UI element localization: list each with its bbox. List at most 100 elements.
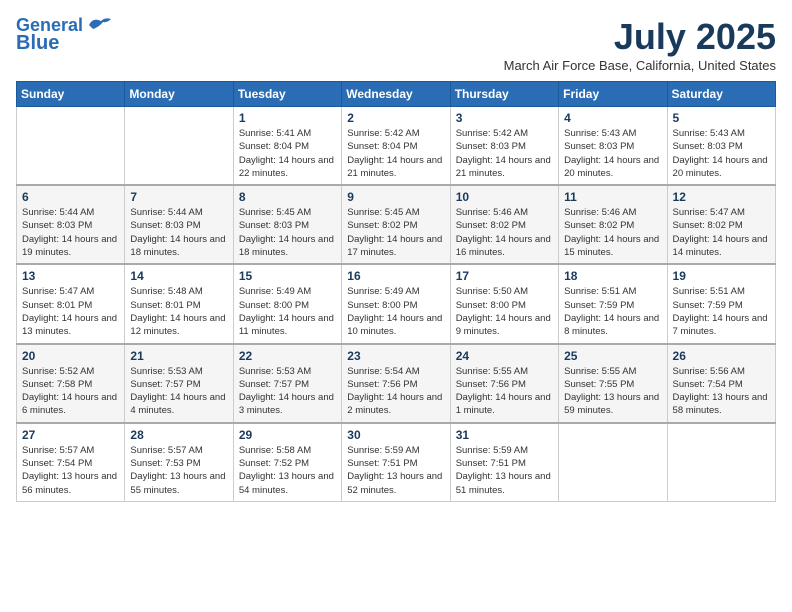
day-info: Sunrise: 5:55 AM Sunset: 7:56 PM Dayligh… — [456, 365, 553, 418]
day-info: Sunrise: 5:52 AM Sunset: 7:58 PM Dayligh… — [22, 365, 119, 418]
day-info: Sunrise: 5:49 AM Sunset: 8:00 PM Dayligh… — [347, 285, 444, 338]
calendar-cell: 8Sunrise: 5:45 AM Sunset: 8:03 PM Daylig… — [233, 185, 341, 264]
day-number: 20 — [22, 349, 119, 363]
calendar-cell: 11Sunrise: 5:46 AM Sunset: 8:02 PM Dayli… — [559, 185, 667, 264]
day-number: 10 — [456, 190, 553, 204]
day-info: Sunrise: 5:49 AM Sunset: 8:00 PM Dayligh… — [239, 285, 336, 338]
calendar-cell: 21 Sunrise: 5:53 AM Sunset: 7:57 PM Dayli… — [125, 344, 233, 423]
day-info: Sunrise: 5:55 AM Sunset: 7:55 PM Dayligh… — [564, 365, 661, 418]
day-info: Sunrise: 5:57 AM Sunset: 7:53 PM Dayligh… — [130, 444, 227, 497]
day-number: 25 — [564, 349, 661, 363]
day-number: 11 — [564, 190, 661, 204]
day-info: Sunrise: 5:58 AM Sunset: 7:52 PM Dayligh… — [239, 444, 336, 497]
weekday-header-monday: Monday — [125, 82, 233, 107]
day-number: 27 — [22, 428, 119, 442]
day-number: 1 — [239, 111, 336, 125]
calendar-week-row: 13 Sunrise: 5:47 AM Sunset: 8:01 PM Dayli… — [17, 264, 776, 343]
day-number: 4 — [564, 111, 661, 125]
calendar-cell: 13 Sunrise: 5:47 AM Sunset: 8:01 PM Dayli… — [17, 264, 125, 343]
day-info: Sunrise: 5:59 AM Sunset: 7:51 PM Dayligh… — [456, 444, 553, 497]
day-number: 30 — [347, 428, 444, 442]
day-info: Sunrise: 5:42 AM Sunset: 8:04 PM Dayligh… — [347, 127, 444, 180]
calendar-cell: 28 Sunrise: 5:57 AM Sunset: 7:53 PM Dayli… — [125, 423, 233, 502]
day-info: Sunrise: 5:43 AM Sunset: 8:03 PM Dayligh… — [564, 127, 661, 180]
calendar-cell: 18 Sunrise: 5:51 AM Sunset: 7:59 PM Dayli… — [559, 264, 667, 343]
calendar-cell: 23 Sunrise: 5:54 AM Sunset: 7:56 PM Dayli… — [342, 344, 450, 423]
day-number: 17 — [456, 269, 553, 283]
calendar-cell: 5Sunrise: 5:43 AM Sunset: 8:03 PM Daylig… — [667, 107, 775, 186]
calendar-cell: 9 Sunrise: 5:45 AM Sunset: 8:02 PM Daylig… — [342, 185, 450, 264]
calendar-cell: 14 Sunrise: 5:48 AM Sunset: 8:01 PM Dayli… — [125, 264, 233, 343]
weekday-header-sunday: Sunday — [17, 82, 125, 107]
calendar-week-row: 27 Sunrise: 5:57 AM Sunset: 7:54 PM Dayli… — [17, 423, 776, 502]
weekday-header-row: SundayMondayTuesdayWednesdayThursdayFrid… — [17, 82, 776, 107]
day-number: 8 — [239, 190, 336, 204]
header: General Blue July 2025 March Air Force B… — [16, 16, 776, 73]
day-info: Sunrise: 5:44 AM Sunset: 8:03 PM Dayligh… — [22, 206, 119, 259]
day-info: Sunrise: 5:46 AM Sunset: 8:02 PM Dayligh… — [456, 206, 553, 259]
calendar-cell: 3Sunrise: 5:42 AM Sunset: 8:03 PM Daylig… — [450, 107, 558, 186]
day-info: Sunrise: 5:51 AM Sunset: 7:59 PM Dayligh… — [564, 285, 661, 338]
day-info: Sunrise: 5:45 AM Sunset: 8:02 PM Dayligh… — [347, 206, 444, 259]
day-info: Sunrise: 5:54 AM Sunset: 7:56 PM Dayligh… — [347, 365, 444, 418]
calendar-cell: 6Sunrise: 5:44 AM Sunset: 8:03 PM Daylig… — [17, 185, 125, 264]
day-info: Sunrise: 5:48 AM Sunset: 8:01 PM Dayligh… — [130, 285, 227, 338]
day-number: 31 — [456, 428, 553, 442]
day-number: 22 — [239, 349, 336, 363]
calendar-cell: 27 Sunrise: 5:57 AM Sunset: 7:54 PM Dayli… — [17, 423, 125, 502]
day-number: 14 — [130, 269, 227, 283]
calendar: SundayMondayTuesdayWednesdayThursdayFrid… — [16, 81, 776, 502]
day-info: Sunrise: 5:56 AM Sunset: 7:54 PM Dayligh… — [673, 365, 770, 418]
calendar-cell: 17 Sunrise: 5:50 AM Sunset: 8:00 PM Dayli… — [450, 264, 558, 343]
calendar-cell: 25 Sunrise: 5:55 AM Sunset: 7:55 PM Dayli… — [559, 344, 667, 423]
weekday-header-wednesday: Wednesday — [342, 82, 450, 107]
calendar-cell: 19 Sunrise: 5:51 AM Sunset: 7:59 PM Dayli… — [667, 264, 775, 343]
calendar-cell: 26 Sunrise: 5:56 AM Sunset: 7:54 PM Dayli… — [667, 344, 775, 423]
day-info: Sunrise: 5:41 AM Sunset: 8:04 PM Dayligh… — [239, 127, 336, 180]
calendar-cell: 20 Sunrise: 5:52 AM Sunset: 7:58 PM Dayli… — [17, 344, 125, 423]
day-number: 3 — [456, 111, 553, 125]
day-info: Sunrise: 5:53 AM Sunset: 7:57 PM Dayligh… — [239, 365, 336, 418]
calendar-cell: 1 Sunrise: 5:41 AM Sunset: 8:04 PM Daylig… — [233, 107, 341, 186]
day-number: 13 — [22, 269, 119, 283]
calendar-cell: 30 Sunrise: 5:59 AM Sunset: 7:51 PM Dayli… — [342, 423, 450, 502]
weekday-header-saturday: Saturday — [667, 82, 775, 107]
day-info: Sunrise: 5:57 AM Sunset: 7:54 PM Dayligh… — [22, 444, 119, 497]
calendar-cell: 16 Sunrise: 5:49 AM Sunset: 8:00 PM Dayli… — [342, 264, 450, 343]
calendar-week-row: 20 Sunrise: 5:52 AM Sunset: 7:58 PM Dayli… — [17, 344, 776, 423]
day-number: 15 — [239, 269, 336, 283]
day-info: Sunrise: 5:53 AM Sunset: 7:57 PM Dayligh… — [130, 365, 227, 418]
day-info: Sunrise: 5:47 AM Sunset: 8:01 PM Dayligh… — [22, 285, 119, 338]
weekday-header-tuesday: Tuesday — [233, 82, 341, 107]
logo-bird-icon — [85, 15, 113, 35]
day-number: 5 — [673, 111, 770, 125]
calendar-cell: 2 Sunrise: 5:42 AM Sunset: 8:04 PM Daylig… — [342, 107, 450, 186]
day-number: 7 — [130, 190, 227, 204]
logo: General Blue — [16, 16, 113, 54]
day-info: Sunrise: 5:51 AM Sunset: 7:59 PM Dayligh… — [673, 285, 770, 338]
day-number: 21 — [130, 349, 227, 363]
day-number: 9 — [347, 190, 444, 204]
day-number: 28 — [130, 428, 227, 442]
day-number: 12 — [673, 190, 770, 204]
day-info: Sunrise: 5:44 AM Sunset: 8:03 PM Dayligh… — [130, 206, 227, 259]
calendar-cell: 12Sunrise: 5:47 AM Sunset: 8:02 PM Dayli… — [667, 185, 775, 264]
day-number: 2 — [347, 111, 444, 125]
calendar-cell: 24Sunrise: 5:55 AM Sunset: 7:56 PM Dayli… — [450, 344, 558, 423]
calendar-cell: 10 Sunrise: 5:46 AM Sunset: 8:02 PM Dayli… — [450, 185, 558, 264]
calendar-cell — [17, 107, 125, 186]
day-number: 16 — [347, 269, 444, 283]
day-info: Sunrise: 5:50 AM Sunset: 8:00 PM Dayligh… — [456, 285, 553, 338]
day-info: Sunrise: 5:59 AM Sunset: 7:51 PM Dayligh… — [347, 444, 444, 497]
calendar-cell: 7 Sunrise: 5:44 AM Sunset: 8:03 PM Daylig… — [125, 185, 233, 264]
calendar-cell: 29Sunrise: 5:58 AM Sunset: 7:52 PM Dayli… — [233, 423, 341, 502]
logo-text-line2: Blue — [16, 32, 59, 54]
calendar-cell: 22 Sunrise: 5:53 AM Sunset: 7:57 PM Dayli… — [233, 344, 341, 423]
day-number: 26 — [673, 349, 770, 363]
month-title: July 2025 — [504, 16, 776, 58]
calendar-week-row: 1 Sunrise: 5:41 AM Sunset: 8:04 PM Daylig… — [17, 107, 776, 186]
day-number: 23 — [347, 349, 444, 363]
day-number: 19 — [673, 269, 770, 283]
day-number: 18 — [564, 269, 661, 283]
calendar-cell: 31 Sunrise: 5:59 AM Sunset: 7:51 PM Dayli… — [450, 423, 558, 502]
